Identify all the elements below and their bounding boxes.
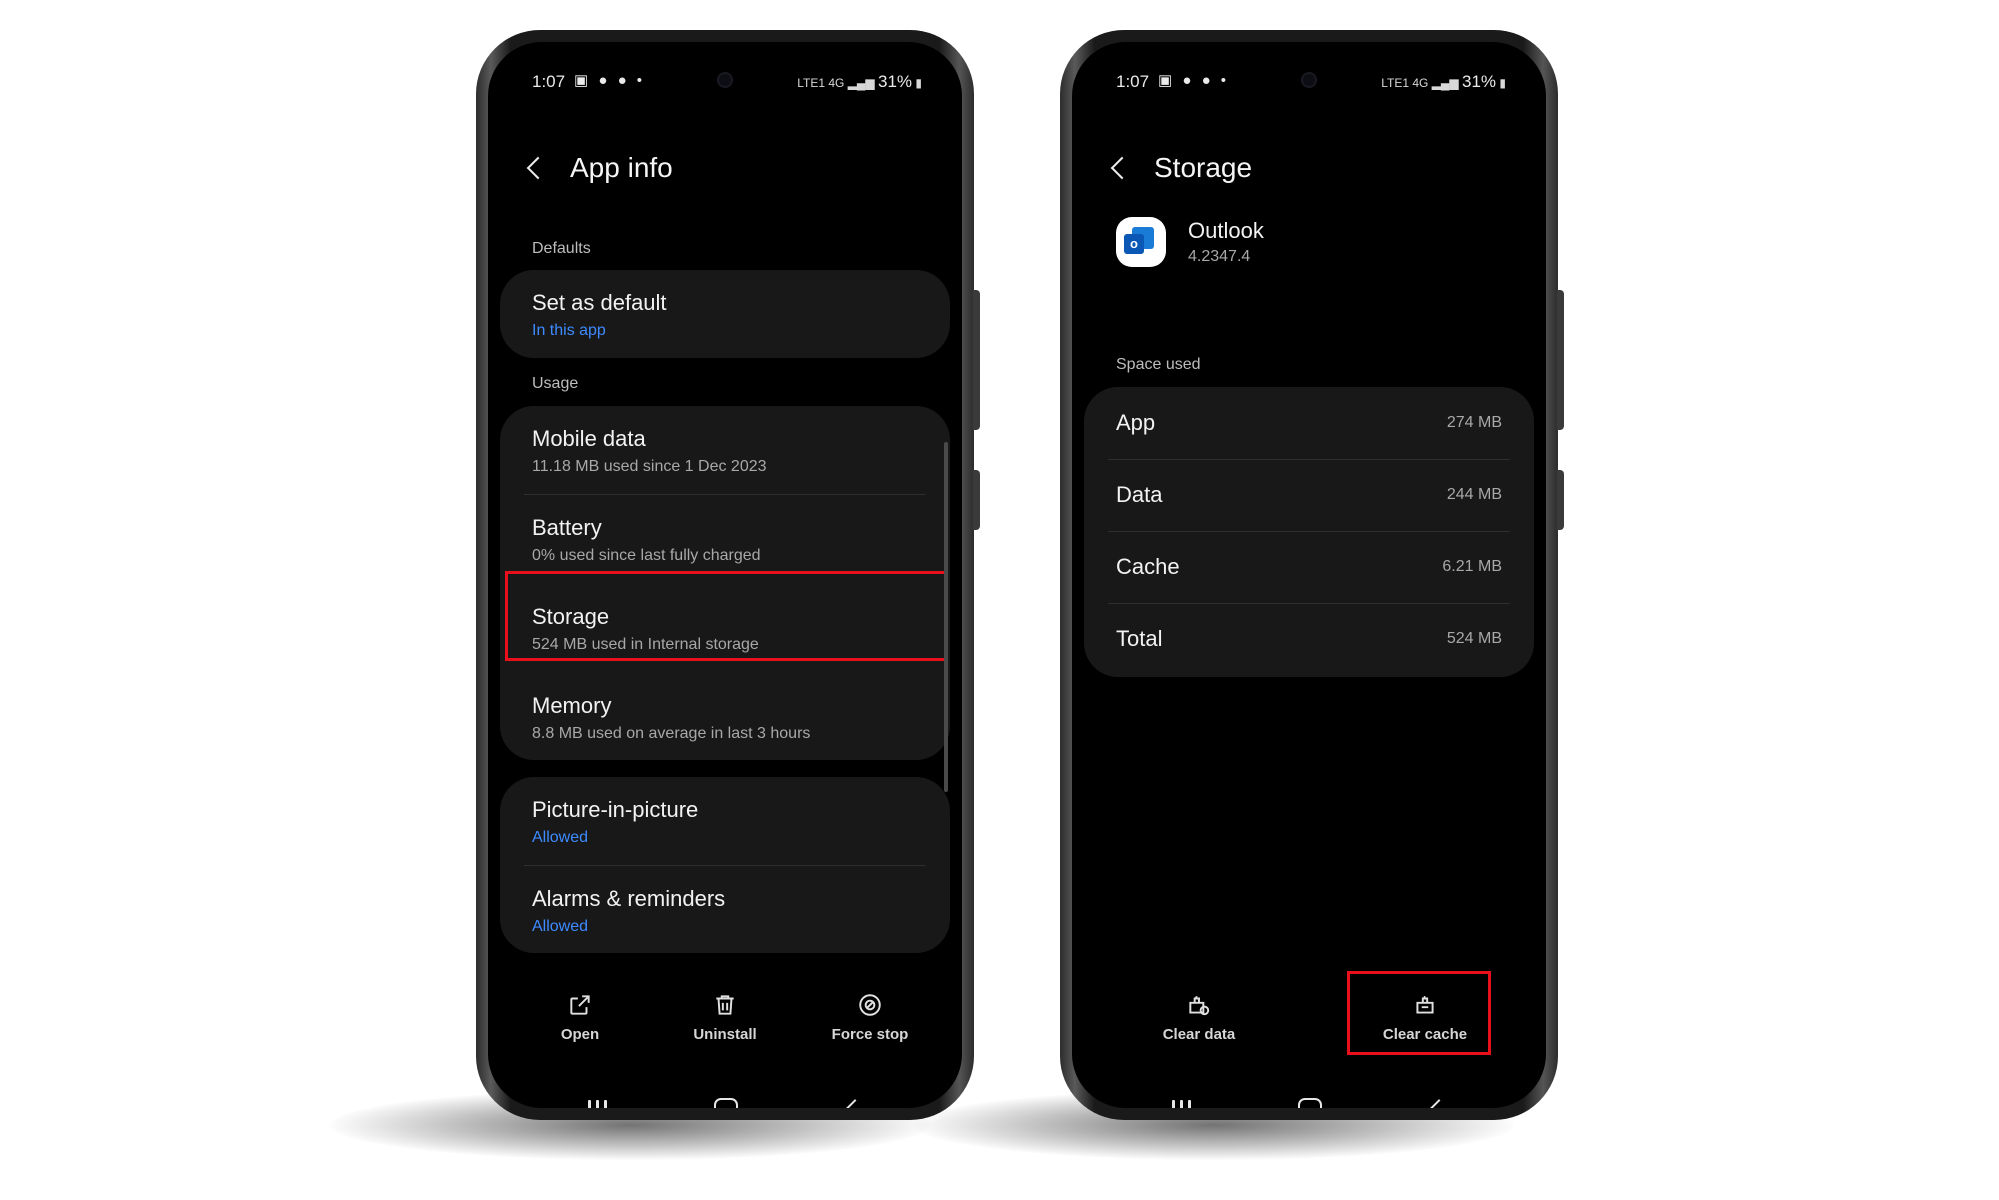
item-title: Set as default (532, 290, 667, 315)
set-as-default-item[interactable]: Set as default In this app (532, 290, 918, 340)
open-external-icon (570, 995, 590, 1015)
system-icons: LTE1 4G ▂▄▆ 31% ▮ (1381, 72, 1506, 92)
mobile-data-item[interactable]: Mobile data 11.18 MB used since 1 Dec 20… (532, 426, 918, 476)
bottom-actions: Open Uninstall Force stop (488, 992, 962, 1072)
signal-icon: ▂▄▆ (847, 76, 875, 90)
battery-level: 31% (1462, 72, 1497, 91)
force-stop-icon (859, 994, 881, 1016)
left-phone: 1:07 ▣ ● ● • LTE1 4G ▂▄▆ 31% ▮ App info … (476, 30, 980, 1120)
page-title: App info (570, 152, 673, 183)
uninstall-button[interactable]: Uninstall (650, 992, 800, 1043)
item-subtitle: In this app (532, 322, 606, 339)
space-value: 244 MB (1446, 486, 1502, 503)
section-usage: Usage (532, 375, 579, 392)
item-title: Alarms & reminders (532, 886, 726, 911)
status-time: 1:07 (1116, 72, 1150, 91)
divider (524, 494, 926, 495)
status-time: 1:07 (532, 72, 566, 91)
defaults-card: Set as default In this app (500, 270, 950, 358)
navigation-bar (488, 1092, 962, 1108)
notification-icons: ▣ ● ● • (574, 72, 646, 89)
section-space-used: Space used (1116, 356, 1201, 373)
signal-icon: ▂▄▆ (1431, 76, 1459, 90)
item-subtitle: 8.8 MB used on average in last 3 hours (532, 725, 811, 742)
alarms-reminders-item[interactable]: Alarms & reminders Allowed (532, 886, 918, 936)
clear-cache-highlight-box (1347, 971, 1491, 1055)
divider (524, 865, 926, 866)
network-indicator: LTE1 4G (1381, 76, 1429, 90)
app-bar: Storage (1108, 148, 1252, 188)
home-icon[interactable] (714, 1098, 738, 1108)
clear-data-icon (1189, 995, 1210, 1016)
space-row-cache: Cache 6.21 MB (1116, 531, 1502, 603)
battery-icon: ▮ (1499, 76, 1506, 90)
memory-item[interactable]: Memory 8.8 MB used on average in last 3 … (532, 693, 918, 743)
left-screen: 1:07 ▣ ● ● • LTE1 4G ▂▄▆ 31% ▮ App info … (488, 42, 962, 1108)
app-header: o Outlook 4.2347.4 (1116, 217, 1264, 267)
force-stop-label: Force stop (831, 1026, 909, 1043)
battery-icon: ▮ (915, 76, 922, 90)
uninstall-label: Uninstall (693, 1026, 757, 1043)
section-defaults: Defaults (532, 240, 591, 257)
open-label: Open (560, 1026, 600, 1043)
space-value: 6.21 MB (1442, 558, 1502, 575)
page-title: Storage (1154, 152, 1253, 183)
space-label: Total (1116, 626, 1163, 651)
battery-item[interactable]: Battery 0% used since last fully charged (532, 515, 918, 565)
item-subtitle: Allowed (532, 829, 589, 846)
space-label: App (1116, 410, 1156, 435)
app-version: 4.2347.4 (1188, 248, 1251, 265)
space-value: 524 MB (1446, 630, 1502, 647)
recents-icon[interactable] (1172, 1100, 1194, 1108)
scrollbar[interactable] (944, 442, 948, 792)
space-row-total: Total 524 MB (1116, 603, 1502, 675)
item-title: Mobile data (532, 426, 646, 451)
space-value: 274 MB (1446, 414, 1502, 431)
home-icon[interactable] (1298, 1098, 1322, 1108)
battery-level: 31% (878, 72, 913, 91)
space-row-app: App 274 MB (1116, 387, 1502, 459)
back-arrow-icon[interactable] (1110, 156, 1134, 180)
force-stop-button[interactable]: Force stop (795, 992, 945, 1043)
item-title: Memory (532, 693, 612, 718)
nav-back-icon[interactable] (845, 1099, 865, 1108)
status-bar: 1:07 ▣ ● ● • LTE1 4G ▂▄▆ 31% ▮ (488, 42, 962, 106)
notification-icons: ▣ ● ● • (1158, 72, 1230, 89)
camera-cutout (719, 74, 731, 86)
navigation-bar (1072, 1092, 1546, 1108)
open-button[interactable]: Open (505, 992, 655, 1043)
space-label: Cache (1116, 554, 1180, 579)
space-label: Data (1116, 482, 1163, 507)
outlook-app-icon: o (1116, 217, 1166, 267)
permissions-card: Picture-in-picture Allowed Alarms & remi… (500, 777, 950, 953)
trash-icon (716, 995, 734, 1015)
item-subtitle: Allowed (532, 918, 589, 935)
item-subtitle: 11.18 MB used since 1 Dec 2023 (532, 458, 767, 475)
back-arrow-icon[interactable] (526, 156, 550, 180)
clear-data-button[interactable]: Clear data (1124, 992, 1274, 1043)
space-card: App 274 MB Data 244 MB Cache 6.21 MB Tot… (1084, 387, 1534, 677)
system-icons: LTE1 4G ▂▄▆ 31% ▮ (797, 72, 922, 92)
clear-data-label: Clear data (1162, 1026, 1236, 1043)
camera-cutout (1303, 74, 1315, 86)
app-name: Outlook (1188, 218, 1264, 243)
recents-icon[interactable] (588, 1100, 610, 1108)
picture-in-picture-item[interactable]: Picture-in-picture Allowed (532, 797, 918, 847)
item-title: Picture-in-picture (532, 797, 699, 822)
status-bar: 1:07 ▣ ● ● • LTE1 4G ▂▄▆ 31% ▮ (1072, 42, 1546, 106)
app-bar: App info (524, 148, 673, 188)
nav-back-icon[interactable] (1429, 1099, 1449, 1108)
right-screen: 1:07 ▣ ● ● • LTE1 4G ▂▄▆ 31% ▮ Storage o… (1072, 42, 1546, 1108)
network-indicator: LTE1 4G (797, 76, 845, 90)
item-title: Battery (532, 515, 602, 540)
space-row-data: Data 244 MB (1116, 459, 1502, 531)
right-phone: 1:07 ▣ ● ● • LTE1 4G ▂▄▆ 31% ▮ Storage o… (1060, 30, 1564, 1120)
item-subtitle: 0% used since last fully charged (532, 547, 761, 564)
storage-highlight-box (505, 571, 947, 661)
